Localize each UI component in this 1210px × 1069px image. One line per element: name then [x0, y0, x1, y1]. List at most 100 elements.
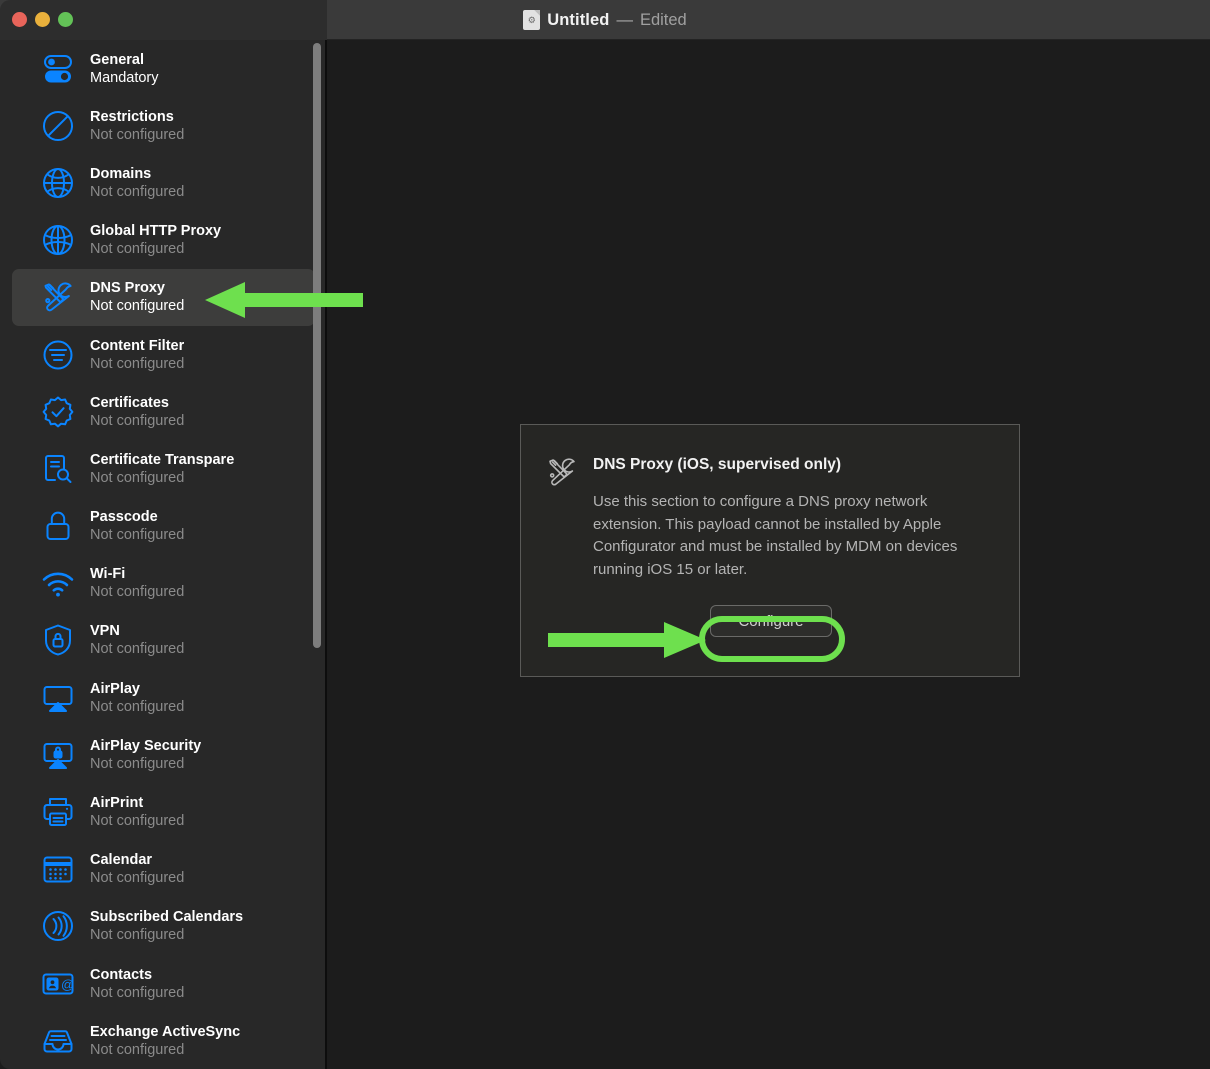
sidebar-item-domains[interactable]: Domains Not configured: [12, 154, 315, 211]
sidebar-item-text: Wi-Fi Not configured: [90, 565, 184, 601]
sidebar-item-wi-fi[interactable]: Wi-Fi Not configured: [12, 555, 315, 612]
sidebar-item-airplay[interactable]: AirPlay Not configured: [12, 669, 315, 726]
sidebar-item-label: Calendar: [90, 852, 153, 869]
sidebar-item-status: Not configured: [90, 698, 185, 715]
sidebar-item-label: Global HTTP Proxy: [90, 223, 222, 240]
sidebar-item-text: Passcode Not configured: [90, 508, 184, 544]
tools-icon: [545, 455, 579, 489]
document-icon: ⚙: [523, 10, 541, 30]
sidebar-item-certificates[interactable]: Certificates Not configured: [12, 383, 315, 440]
card-title: DNS Proxy (iOS, supervised only): [593, 456, 842, 473]
sidebar-item-dns-proxy[interactable]: DNS Proxy Not configured: [12, 268, 315, 326]
sidebar-item-text: Subscribed Calendars Not configured: [90, 908, 243, 944]
svg-text:@: @: [61, 977, 74, 992]
lock-icon: [40, 508, 76, 544]
sidebar-item-calendar[interactable]: Calendar Not configured: [12, 841, 315, 898]
sidebar[interactable]: General Mandatory Restrictions Not configu…: [0, 40, 327, 1069]
sidebar-item-label: AirPrint: [90, 795, 144, 812]
sidebar-item-certificate-transpare[interactable]: Certificate Transpare Not configured: [12, 440, 315, 497]
sidebar-item-status: Not configured: [90, 641, 185, 658]
sidebar-item-text: Content Filter Not configured: [90, 337, 184, 373]
sidebar-item-vpn[interactable]: VPN Not configured: [12, 612, 315, 669]
sidebar-item-text: Exchange ActiveSync Not configured: [90, 1023, 240, 1059]
sidebar-item-label: Content Filter: [90, 337, 185, 354]
sidebar-item-label: General: [90, 51, 144, 68]
sidebar-item-contacts[interactable]: @ Contacts Not configured: [12, 955, 315, 1012]
sidebar-item-restrictions[interactable]: Restrictions Not configured: [12, 97, 315, 154]
sidebar-item-status: Not configured: [90, 527, 185, 544]
sidebar-item-label: Contacts: [90, 966, 153, 983]
sidebar-item-status: Not configured: [90, 813, 185, 830]
sidebar-item-label: Wi-Fi: [90, 566, 126, 583]
title-bar: ⚙ Untitled — Edited: [0, 0, 1210, 40]
sidebar-item-text: AirPlay Not configured: [90, 680, 184, 716]
sidebar-item-status: Not configured: [90, 241, 185, 258]
sidebar-item-general[interactable]: General Mandatory: [12, 40, 315, 97]
sidebar-item-airprint[interactable]: AirPrint Not configured: [12, 783, 315, 840]
sidebar-item-text: Domains Not configured: [90, 165, 184, 201]
sidebar-item-status: Not configured: [90, 755, 185, 772]
certificate-badge-icon: [40, 394, 76, 430]
sidebar-item-text: General Mandatory: [90, 51, 159, 87]
sidebar-item-label: Domains: [90, 165, 152, 182]
sidebar-item-label: Certificate Transpare: [90, 451, 235, 468]
card-description: Use this section to configure a DNS prox…: [593, 493, 958, 578]
app-window: ⚙ Untitled — Edited General Mandatory Res…: [0, 0, 1210, 1069]
sidebar-item-text: Calendar Not configured: [90, 851, 184, 887]
sidebar-item-text: Certificate Transpare Not configured: [90, 451, 234, 487]
sidebar-item-status: Not configured: [90, 298, 185, 315]
card-actions: Configure: [521, 605, 1021, 637]
sidebar-item-label: AirPlay: [90, 680, 140, 697]
sidebar-item-status: Not configured: [90, 355, 185, 372]
configure-button[interactable]: Configure: [710, 605, 832, 637]
sidebar-item-label: Certificates: [90, 394, 169, 411]
window-title-separator: —: [616, 10, 633, 29]
sidebar-item-status: Not configured: [90, 469, 185, 486]
filter-lines-icon: [40, 337, 76, 373]
airplay-security-icon: [40, 737, 76, 773]
airplay-icon: [40, 680, 76, 716]
sidebar-item-subscribed-calendars[interactable]: Subscribed Calendars Not configured: [12, 898, 315, 955]
sidebar-item-status: Not configured: [90, 584, 185, 601]
window-title-state: Edited: [639, 10, 687, 29]
sidebar-item-status: Mandatory: [90, 69, 159, 86]
window-title-name: Untitled: [547, 10, 610, 29]
wifi-icon: [40, 565, 76, 601]
sidebar-item-content-filter[interactable]: Content Filter Not configured: [12, 326, 315, 383]
card-header: DNS Proxy (iOS, supervised only): [545, 453, 841, 489]
sidebar-item-label: AirPlay Security: [90, 737, 202, 754]
sidebar-scrollbar-thumb[interactable]: [313, 43, 321, 648]
dns-proxy-card: DNS Proxy (iOS, supervised only) Use thi…: [520, 424, 1020, 677]
sidebar-item-global-http-proxy[interactable]: Global HTTP Proxy Not configured: [12, 212, 315, 269]
sidebar-item-label: Exchange ActiveSync: [90, 1023, 241, 1040]
tools-icon: [40, 279, 76, 315]
globe-proxy-icon: [40, 222, 76, 258]
main-content: DNS Proxy (iOS, supervised only) Use thi…: [327, 40, 1210, 1069]
sidebar-item-label: Passcode: [90, 509, 158, 526]
sidebar-item-status: Not configured: [90, 183, 185, 200]
shield-lock-icon: [40, 622, 76, 658]
sidebar-item-text: Contacts Not configured: [90, 966, 184, 1002]
sidebar-item-status: Not configured: [90, 412, 185, 429]
sidebar-item-label: DNS Proxy: [90, 280, 165, 297]
sidebar-item-text: DNS Proxy Not configured: [90, 279, 184, 315]
contact-card-icon: @: [40, 966, 76, 1002]
sidebar-item-exchange-activesync[interactable]: Exchange ActiveSync Not configured: [12, 1012, 315, 1069]
sidebar-item-status: Not configured: [90, 984, 185, 1001]
sidebar-item-status: Not configured: [90, 126, 185, 143]
no-entry-icon: [40, 108, 76, 144]
sidebar-item-airplay-security[interactable]: AirPlay Security Not configured: [12, 726, 315, 783]
sidebar-item-label: Subscribed Calendars: [90, 909, 244, 926]
sidebar-item-status: Not configured: [90, 870, 185, 887]
sidebar-item-passcode[interactable]: Passcode Not configured: [12, 498, 315, 555]
document-search-icon: [40, 451, 76, 487]
sidebar-list[interactable]: General Mandatory Restrictions Not configu…: [0, 40, 327, 1069]
broadcast-icon: [40, 908, 76, 944]
sidebar-item-text: Restrictions Not configured: [90, 108, 184, 144]
sidebar-item-text: AirPlay Security Not configured: [90, 737, 201, 773]
calendar-icon: [40, 851, 76, 887]
toggles-icon: [40, 51, 76, 87]
sidebar-scrollbar[interactable]: [313, 43, 321, 648]
window-title: ⚙ Untitled — Edited: [0, 0, 1210, 40]
printer-icon: [40, 794, 76, 830]
